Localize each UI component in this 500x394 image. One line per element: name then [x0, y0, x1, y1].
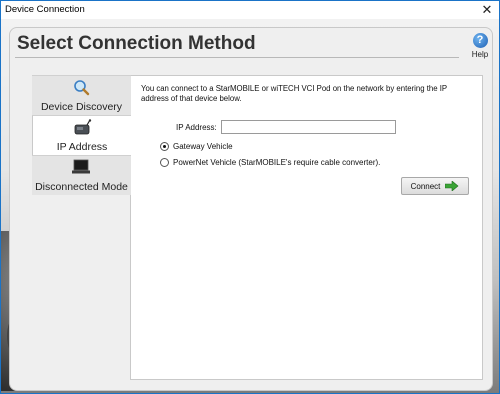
connection-method-tabs: Device Discovery IP Address Disconnected…: [32, 75, 131, 195]
help-label: Help: [471, 50, 489, 59]
ip-description: You can connect to a StarMOBILE or wiTEC…: [141, 84, 447, 103]
title-divider: [15, 57, 459, 58]
ip-address-panel: You can connect to a StarMOBILE or wiTEC…: [130, 75, 483, 380]
powernet-vehicle-label: PowerNet Vehicle (StarMOBILE's require c…: [173, 158, 381, 167]
gateway-vehicle-label: Gateway Vehicle: [173, 142, 233, 151]
connect-button[interactable]: Connect: [401, 177, 469, 195]
tab-disconnected-mode[interactable]: Disconnected Mode: [32, 155, 131, 195]
tab-ip-address[interactable]: IP Address: [32, 115, 131, 155]
page-title: Select Connection Method: [17, 33, 256, 54]
connect-label: Connect: [410, 181, 441, 191]
gateway-vehicle-option[interactable]: Gateway Vehicle: [160, 142, 233, 151]
ip-address-input[interactable]: [221, 120, 396, 134]
wireless-device-icon: [74, 119, 92, 135]
tab-label: IP Address: [56, 141, 108, 153]
laptop-icon: [72, 159, 90, 174]
magnifier-icon: [74, 80, 90, 96]
tab-label: Device Discovery: [40, 101, 123, 113]
arrow-right-icon: [445, 181, 459, 191]
window-title: Device Connection: [5, 4, 85, 15]
ip-address-label: IP Address:: [176, 123, 217, 132]
help-button[interactable]: ? Help: [467, 33, 493, 65]
powernet-vehicle-option[interactable]: PowerNet Vehicle (StarMOBILE's require c…: [160, 158, 380, 167]
tab-label: Disconnected Mode: [35, 181, 128, 193]
help-icon: ?: [472, 33, 488, 48]
tab-device-discovery[interactable]: Device Discovery: [32, 75, 131, 115]
device-connection-window: Device Connection ✕ Select Connection Me…: [0, 0, 500, 394]
powernet-vehicle-radio[interactable]: [160, 158, 169, 167]
gateway-vehicle-radio[interactable]: [160, 142, 169, 151]
title-bar: Device Connection ✕: [1, 1, 499, 19]
close-icon[interactable]: ✕: [477, 1, 497, 19]
